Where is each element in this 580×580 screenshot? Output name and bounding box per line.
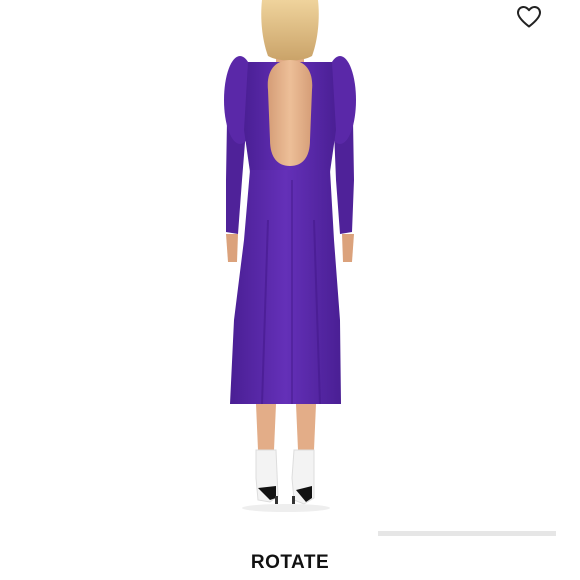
- like-button[interactable]: [512, 2, 546, 32]
- product-photo[interactable]: [0, 0, 580, 540]
- heart-outline-icon: [517, 6, 541, 28]
- brand-name[interactable]: ROTATE: [0, 552, 580, 574]
- image-carousel-indicator: [378, 531, 556, 536]
- product-card[interactable]: ROTATE: [0, 0, 580, 580]
